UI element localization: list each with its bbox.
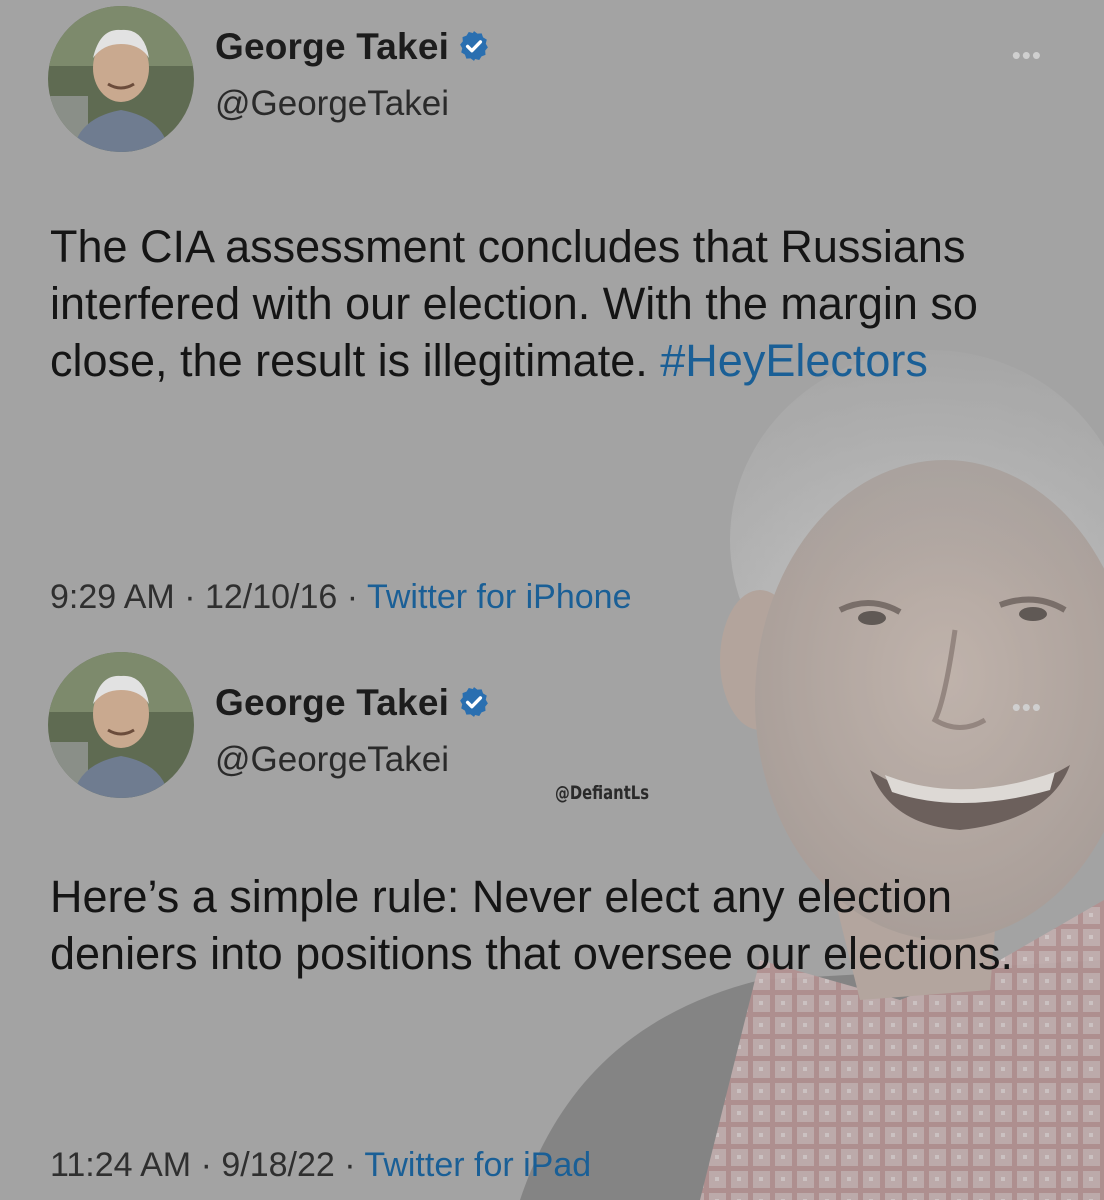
user-handle[interactable]: @GeorgeTakei bbox=[215, 740, 449, 780]
meta-separator: · bbox=[174, 578, 205, 616]
meta-separator: · bbox=[337, 578, 367, 616]
tweet-time[interactable]: 11:24 AM bbox=[50, 1146, 191, 1184]
avatar[interactable] bbox=[48, 652, 194, 798]
tweet-card: George Takei @GeorgeTakei ••• The CIA as… bbox=[0, 0, 1104, 630]
user-handle[interactable]: @GeorgeTakei bbox=[215, 84, 449, 124]
watermark: @DefiantLs bbox=[555, 782, 650, 804]
display-name[interactable]: George Takei bbox=[215, 26, 491, 72]
tweet-card: George Takei @GeorgeTakei ••• Here’s a s… bbox=[0, 640, 1104, 1200]
display-name-text[interactable]: George Takei bbox=[215, 682, 449, 723]
tweet-meta: 9:29 AM · 12/10/16 · Twitter for iPhone bbox=[50, 578, 632, 617]
display-name[interactable]: George Takei bbox=[215, 682, 491, 728]
meta-separator: · bbox=[191, 1146, 222, 1184]
verified-badge-icon bbox=[457, 29, 491, 72]
hashtag-link[interactable]: #HeyElectors bbox=[660, 335, 928, 386]
tweet-source[interactable]: Twitter for iPhone bbox=[367, 578, 632, 616]
tweet-date[interactable]: 9/18/22 bbox=[221, 1146, 334, 1184]
avatar[interactable] bbox=[48, 6, 194, 152]
tweet-meta: 11:24 AM · 9/18/22 · Twitter for iPad bbox=[50, 1146, 591, 1185]
tweet-text: Here’s a simple rule: Never elect any el… bbox=[50, 868, 1070, 982]
tweet-date[interactable]: 12/10/16 bbox=[205, 578, 337, 616]
tweet-source[interactable]: Twitter for iPad bbox=[364, 1146, 591, 1184]
display-name-text[interactable]: George Takei bbox=[215, 26, 449, 67]
verified-badge-icon bbox=[457, 685, 491, 728]
meta-separator: · bbox=[334, 1146, 365, 1184]
tweet-body: Here’s a simple rule: Never elect any el… bbox=[50, 871, 1014, 979]
more-horizontal-icon[interactable]: ••• bbox=[1012, 40, 1042, 71]
tweet-time[interactable]: 9:29 AM bbox=[50, 578, 175, 616]
tweet-text: The CIA assessment concludes that Russia… bbox=[50, 218, 1070, 389]
more-horizontal-icon[interactable]: ••• bbox=[1012, 692, 1042, 723]
